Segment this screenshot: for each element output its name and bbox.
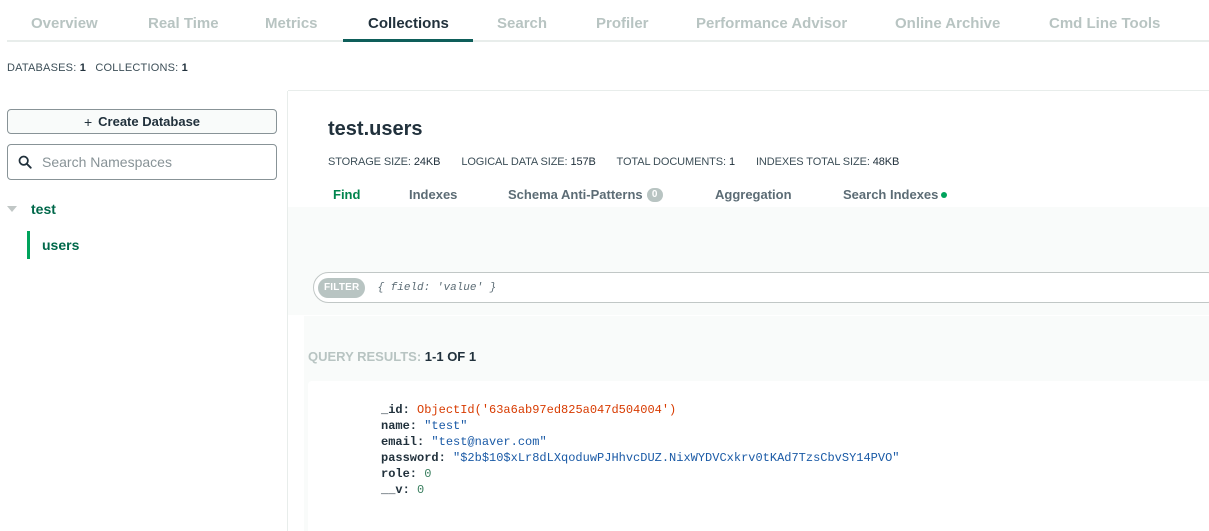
database-name: test — [31, 201, 56, 217]
create-database-button[interactable]: + Create Database — [7, 109, 277, 134]
field-key: name: — [381, 419, 418, 433]
search-namespaces-input[interactable] — [42, 154, 262, 170]
tab-real-time[interactable]: Real Time — [148, 15, 219, 32]
filter-input[interactable] — [377, 281, 1178, 294]
search-icon — [18, 155, 32, 169]
filter-bar[interactable]: FILTER — [313, 272, 1209, 303]
status-dot-icon — [941, 191, 948, 198]
filter-label: FILTER — [318, 277, 366, 298]
tab-collections[interactable]: Collections — [368, 15, 449, 32]
stat-label: TOTAL DOCUMENTS: — [616, 156, 727, 168]
stat-value: 1 — [728, 156, 735, 168]
count-badge: 0 — [646, 187, 663, 202]
subtab-label: Search Indexes — [843, 187, 939, 202]
field-key: password: — [381, 451, 446, 465]
field-value: "test@naver.com" — [431, 435, 547, 449]
subtab-find[interactable]: Find — [333, 187, 360, 202]
collections-count: 1 — [181, 62, 188, 74]
results-label: QUERY RESULTS: — [308, 349, 422, 364]
subtab-schema-anti-patterns[interactable]: Schema Anti-Patterns 0 — [508, 187, 663, 202]
namespace-counts: DATABASES: 1 COLLECTIONS: 1 — [7, 62, 188, 74]
tab-cmd-line-tools[interactable]: Cmd Line Tools — [1049, 15, 1160, 32]
subtab-label: Indexes — [409, 187, 458, 202]
subtab-indexes[interactable]: Indexes — [409, 187, 457, 202]
stat-label: INDEXES TOTAL SIZE: — [755, 156, 870, 168]
namespace-sidebar: + Create Database test users — [0, 91, 288, 531]
active-tab-indicator — [343, 39, 473, 42]
subtab-label: Aggregation — [715, 187, 792, 202]
field-value: 0 — [424, 467, 432, 481]
databases-label: DATABASES: — [7, 62, 77, 74]
collection-stats: STORAGE SIZE: 24KB LOGICAL DATA SIZE: 15… — [328, 156, 917, 168]
stat-logical-data-size: LOGICAL DATA SIZE: 157B — [461, 156, 596, 168]
tab-metrics[interactable]: Metrics — [265, 15, 318, 32]
namespace-search[interactable] — [7, 144, 277, 180]
nav-divider — [7, 40, 1209, 42]
field-value: ObjectId('63a6ab97ed825a047d504004') — [417, 403, 677, 417]
collections-label: COLLECTIONS: — [95, 62, 179, 74]
document-card[interactable]: _id: ObjectId('63a6ab97ed825a047d504004'… — [308, 381, 1209, 531]
collection-name: users — [42, 237, 80, 253]
tab-overview[interactable]: Overview — [31, 15, 98, 32]
subtab-search-indexes[interactable]: Search Indexes — [843, 187, 948, 202]
field-value: 0 — [417, 483, 425, 497]
query-results-summary: QUERY RESULTS: 1-1 OF 1 — [308, 349, 476, 364]
stat-value: 48KB — [872, 156, 900, 168]
stat-label: STORAGE SIZE: — [328, 156, 411, 168]
stat-label: LOGICAL DATA SIZE: — [461, 156, 568, 168]
field-key: email: — [381, 435, 425, 449]
tab-profiler[interactable]: Profiler — [596, 15, 649, 32]
stat-indexes-total-size: INDEXES TOTAL SIZE: 48KB — [756, 156, 899, 168]
subtab-label: Find — [333, 187, 361, 202]
sidebar-item-collection[interactable]: users — [27, 231, 79, 259]
sidebar-item-database[interactable]: test — [7, 201, 56, 217]
collection-panel: test.users STORAGE SIZE: 24KB LOGICAL DA… — [288, 91, 1209, 531]
tab-performance-advisor[interactable]: Performance Advisor — [696, 15, 847, 32]
stat-value: 24KB — [413, 156, 441, 168]
field-key: _id: — [381, 403, 410, 417]
field-key: role: — [381, 467, 418, 481]
field-value: "$2b$10$xLr8dLXqoduwPJHhvcDUZ.NixWYDVCxk… — [453, 451, 900, 465]
stat-storage-size: STORAGE SIZE: 24KB — [328, 156, 440, 168]
subtab-aggregation[interactable]: Aggregation — [715, 187, 792, 202]
field-key: __v: — [381, 483, 410, 497]
page-title: test.users — [328, 118, 423, 140]
stat-total-documents: TOTAL DOCUMENTS: 1 — [616, 156, 736, 168]
caret-down-icon[interactable] — [7, 206, 17, 212]
subtab-label: Schema Anti-Patterns — [508, 187, 643, 202]
stat-value: 157B — [570, 156, 596, 168]
field-value: "test" — [424, 419, 468, 433]
tab-search[interactable]: Search — [497, 15, 547, 32]
databases-count: 1 — [79, 62, 87, 74]
tab-online-archive[interactable]: Online Archive — [895, 15, 1000, 32]
create-database-label: Create Database — [98, 114, 201, 129]
document-body: _id: ObjectId('63a6ab97ed825a047d504004'… — [381, 402, 900, 498]
top-navigation: Overview Real Time Metrics Collections S… — [0, 0, 1209, 44]
plus-icon: + — [83, 113, 93, 130]
results-range: 1-1 OF 1 — [424, 349, 477, 364]
